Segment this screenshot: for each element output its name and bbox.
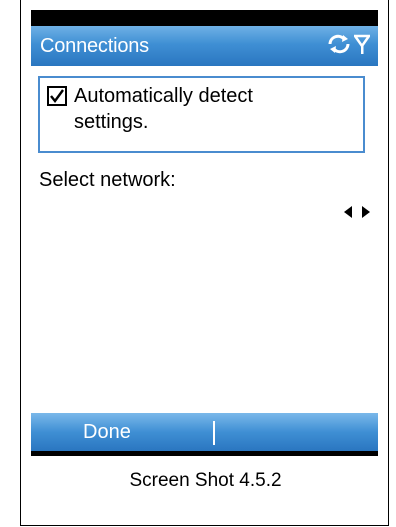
screenshot-caption: Screen Shot 4.5.2 — [129, 470, 282, 491]
menu-bar: Done — [31, 413, 378, 451]
screenshot-frame: Connections Automatically detect setting… — [20, 0, 389, 526]
auto-detect-label: Automatically detect — [74, 85, 253, 107]
auto-detect-panel: Automatically detect settings. — [38, 76, 365, 153]
checkmark-icon — [50, 89, 64, 103]
page-title: Connections — [40, 35, 149, 57]
status-icons — [326, 32, 372, 61]
network-selector[interactable] — [344, 205, 370, 223]
screen-bottom-edge — [31, 451, 378, 456]
screen-top-edge — [31, 10, 378, 26]
connectivity-icon[interactable] — [326, 32, 352, 61]
select-network-label: Select network: — [39, 169, 176, 191]
title-bar: Connections — [31, 26, 378, 66]
menu-divider — [213, 421, 215, 445]
signal-strength-icon[interactable] — [352, 32, 372, 61]
phone-screen: Connections Automatically detect setting… — [31, 10, 378, 456]
right-arrow-icon[interactable] — [362, 205, 370, 223]
auto-detect-label-continued: settings. — [74, 111, 149, 133]
auto-detect-checkbox[interactable] — [47, 86, 67, 106]
done-softkey[interactable]: Done — [83, 421, 131, 444]
left-arrow-icon[interactable] — [344, 205, 352, 223]
